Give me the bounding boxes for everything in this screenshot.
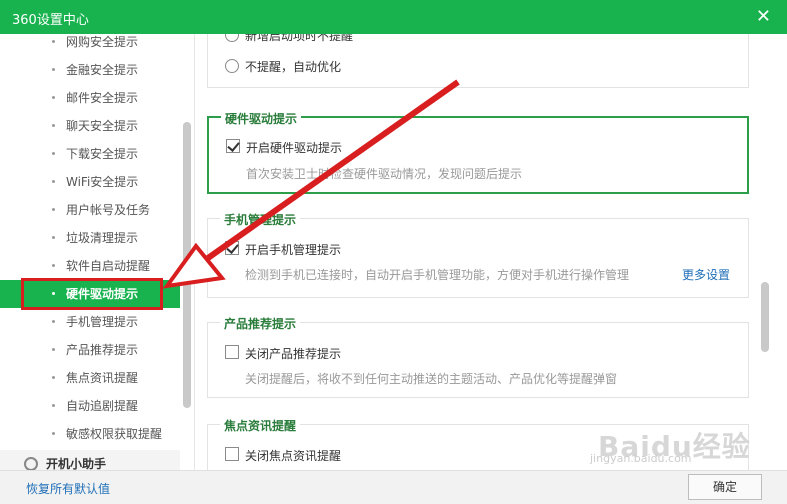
sidebar-item-label: 自动追剧提醒 xyxy=(66,399,139,413)
sidebar-item-label: 聊天安全提示 xyxy=(66,119,139,133)
sidebar-item-label: 垃圾清理提示 xyxy=(66,231,139,245)
sidebar-item-label: 下载安全提示 xyxy=(66,147,139,161)
news-checkbox[interactable] xyxy=(225,447,239,461)
phone-check-label: 开启手机管理提示 xyxy=(245,243,342,257)
settings-window: 360设置中心 ✕ 网购安全提示 金融安全提示 邮件安全提示 聊天安全提示 下载… xyxy=(0,0,787,504)
sidebar-item-download[interactable]: 下载安全提示 xyxy=(0,140,180,168)
hardware-panel: 硬件驱动提示 开启硬件驱动提示 首次安装卫士时检查硬件驱动情况，发现问题后提示 xyxy=(207,110,749,194)
phone-legend: 手机管理提示 xyxy=(220,211,301,228)
highlight-frame xyxy=(21,278,163,310)
bullet-icon xyxy=(52,68,55,71)
sidebar-group-label: 开机小助手 xyxy=(46,457,107,470)
product-check-label: 关闭产品推荐提示 xyxy=(245,347,342,361)
sidebar-item-chat[interactable]: 聊天安全提示 xyxy=(0,112,180,140)
bullet-icon xyxy=(52,264,55,267)
startup-panel: 新增启动项时不提醒 不提醒，自动优化 xyxy=(207,34,749,88)
sidebar-item-cleanup[interactable]: 垃圾清理提示 xyxy=(0,224,180,252)
bullet-icon xyxy=(52,96,55,99)
sidebar-item-news[interactable]: 焦点资讯提醒 xyxy=(0,364,180,392)
news-legend: 焦点资讯提醒 xyxy=(220,417,301,434)
bullet-icon xyxy=(52,40,55,43)
bullet-icon xyxy=(52,208,55,211)
sidebar-group-boot-helper[interactable]: 开机小助手 xyxy=(0,450,180,470)
sidebar-item-label: 产品推荐提示 xyxy=(66,343,139,357)
bullet-icon xyxy=(52,180,55,183)
sidebar-item-label: 网购安全提示 xyxy=(66,35,139,49)
footer: 恢复所有默认值 确定 xyxy=(0,470,787,504)
news-check-label: 关闭焦点资讯提醒 xyxy=(245,449,342,463)
sidebar-item-label: 软件自启动提醒 xyxy=(66,259,151,273)
sidebar-item-phone[interactable]: 手机管理提示 xyxy=(0,308,180,336)
sidebar-item-label: 手机管理提示 xyxy=(66,315,139,329)
settings-content: 新增启动项时不提醒 不提醒，自动优化 硬件驱动提示 开启硬件驱动提示 首次安装卫… xyxy=(195,34,787,470)
sidebar-item-label: 用户帐号及任务 xyxy=(66,203,151,217)
close-icon[interactable]: ✕ xyxy=(756,6,771,27)
title-bar: 360设置中心 ✕ xyxy=(0,0,787,34)
bullet-icon xyxy=(52,404,55,407)
product-desc: 关闭提醒后，将收不到任何主动推送的主题活动、产品优化等提醒弹窗 xyxy=(245,372,618,386)
bullet-icon xyxy=(52,432,55,435)
radio-partial[interactable] xyxy=(225,34,239,42)
bullet-icon xyxy=(52,152,55,155)
sidebar-item-autostart[interactable]: 软件自启动提醒 xyxy=(0,252,180,280)
sidebar-item-label: 敏感权限获取提醒 xyxy=(66,427,163,441)
sidebar: 网购安全提示 金融安全提示 邮件安全提示 聊天安全提示 下载安全提示 WiFi安… xyxy=(0,34,195,470)
phone-desc: 检测到手机已连接时，自动开启手机管理功能，方便对手机进行操作管理 xyxy=(245,268,630,282)
sidebar-item-wifi[interactable]: WiFi安全提示 xyxy=(0,168,180,196)
watermark-url: jingyan.baidu.com xyxy=(590,452,692,465)
sidebar-item-label: 焦点资讯提醒 xyxy=(66,371,139,385)
more-settings-link[interactable]: 更多设置 xyxy=(682,266,730,283)
radio-auto-optimize-label: 不提醒，自动优化 xyxy=(245,60,342,74)
phone-checkbox[interactable] xyxy=(225,241,239,255)
hardware-desc: 首次安装卫士时检查硬件驱动情况，发现问题后提示 xyxy=(246,167,523,181)
sidebar-scrollbar[interactable] xyxy=(183,122,191,408)
bullet-icon xyxy=(52,376,55,379)
phone-panel: 手机管理提示 开启手机管理提示 检测到手机已连接时，自动开启手机管理功能，方便对… xyxy=(207,211,749,298)
sidebar-item-mail[interactable]: 邮件安全提示 xyxy=(0,84,180,112)
sidebar-item-label: 金融安全提示 xyxy=(66,63,139,77)
bullet-icon xyxy=(52,124,55,127)
sidebar-item-label: WiFi安全提示 xyxy=(66,175,139,189)
hardware-legend: 硬件驱动提示 xyxy=(221,110,302,127)
gear-icon xyxy=(24,457,38,470)
sidebar-item-finance[interactable]: 金融安全提示 xyxy=(0,56,180,84)
product-checkbox[interactable] xyxy=(225,345,239,359)
sidebar-item-account[interactable]: 用户帐号及任务 xyxy=(0,196,180,224)
bullet-icon xyxy=(52,320,55,323)
content-scrollbar[interactable] xyxy=(761,282,769,352)
bullet-icon xyxy=(52,348,55,351)
product-panel: 产品推荐提示 关闭产品推荐提示 关闭提醒后，将收不到任何主动推送的主题活动、产品… xyxy=(207,315,749,398)
reset-defaults-link[interactable]: 恢复所有默认值 xyxy=(26,480,110,497)
sidebar-item-shopping[interactable]: 网购安全提示 xyxy=(0,34,180,56)
window-title: 360设置中心 xyxy=(12,13,89,28)
sidebar-item-product[interactable]: 产品推荐提示 xyxy=(0,336,180,364)
hardware-checkbox[interactable] xyxy=(226,139,240,153)
confirm-button[interactable]: 确定 xyxy=(688,474,762,500)
hardware-check-label: 开启硬件驱动提示 xyxy=(246,141,343,155)
sidebar-item-drama[interactable]: 自动追剧提醒 xyxy=(0,392,180,420)
radio-partial-label: 新增启动项时不提醒 xyxy=(245,34,354,43)
radio-auto-optimize[interactable] xyxy=(225,59,239,73)
bullet-icon xyxy=(52,236,55,239)
sidebar-item-label: 邮件安全提示 xyxy=(66,91,139,105)
product-legend: 产品推荐提示 xyxy=(220,315,301,332)
sidebar-item-permission[interactable]: 敏感权限获取提醒 xyxy=(0,420,180,448)
